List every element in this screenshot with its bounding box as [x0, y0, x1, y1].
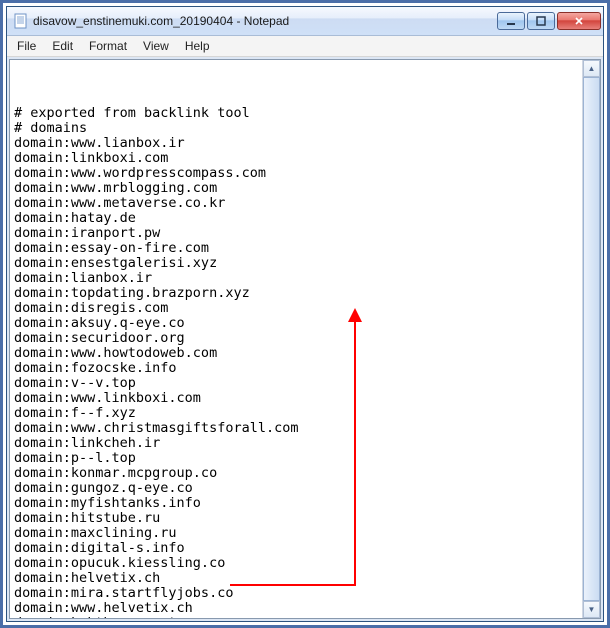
close-button[interactable]: [557, 12, 601, 30]
text-line: # domains: [14, 121, 578, 136]
menu-view[interactable]: View: [135, 36, 177, 56]
menu-help[interactable]: Help: [177, 36, 218, 56]
text-line: domain:securidoor.org: [14, 331, 578, 346]
text-line: domain:helvetix.ch: [14, 571, 578, 586]
window-buttons: [497, 12, 601, 30]
text-line: domain:www.linkboxi.com: [14, 391, 578, 406]
text-line: domain:aksuy.q-eye.co: [14, 316, 578, 331]
maximize-button[interactable]: [527, 12, 555, 30]
text-line: domain:konmar.mcpgroup.co: [14, 466, 578, 481]
text-line: domain:www.howtodoweb.com: [14, 346, 578, 361]
text-line: domain:iranport.pw: [14, 226, 578, 241]
menu-format[interactable]: Format: [81, 36, 135, 56]
text-line: domain:topdating.brazporn.xyz: [14, 286, 578, 301]
text-line: domain:opucuk.kiessling.co: [14, 556, 578, 571]
text-line: domain:ensestgalerisi.xyz: [14, 256, 578, 271]
client-area: # exported from backlink tool# domainsdo…: [9, 59, 601, 619]
notepad-icon: [13, 13, 29, 29]
text-line: domain:www.christmasgiftsforall.com: [14, 421, 578, 436]
menubar: File Edit Format View Help: [7, 36, 603, 57]
screenshot-frame: disavow_enstinemuki.com_20190404 - Notep…: [0, 0, 610, 628]
scroll-track[interactable]: [583, 77, 600, 601]
text-line: domain:myfishtanks.info: [14, 496, 578, 511]
text-line: domain:www.lianbox.ir: [14, 136, 578, 151]
text-line: domain:f--f.xyz: [14, 406, 578, 421]
menu-file[interactable]: File: [9, 36, 44, 56]
text-line: domain:www.wordpresscompass.com: [14, 166, 578, 181]
scroll-down-button[interactable]: ▼: [583, 601, 600, 618]
titlebar[interactable]: disavow_enstinemuki.com_20190404 - Notep…: [7, 7, 603, 36]
text-line: domain:maxclining.ru: [14, 526, 578, 541]
text-line: domain:www.mrblogging.com: [14, 181, 578, 196]
text-line: domain:linkboxi.com: [14, 151, 578, 166]
text-line: domain:v--v.top: [14, 376, 578, 391]
text-line: domain:lianbox.ir: [14, 271, 578, 286]
text-line: # exported from backlink tool: [14, 106, 578, 121]
text-line: domain:p--l.top: [14, 451, 578, 466]
text-line: domain:www.metaverse.co.kr: [14, 196, 578, 211]
minimize-button[interactable]: [497, 12, 525, 30]
vertical-scrollbar[interactable]: ▲ ▼: [582, 60, 600, 618]
scroll-thumb[interactable]: [583, 77, 600, 601]
text-line: domain:linkcheh.ir: [14, 436, 578, 451]
text-line: domain:hitstube.ru: [14, 511, 578, 526]
window-title: disavow_enstinemuki.com_20190404 - Notep…: [33, 14, 497, 28]
text-line: domain:www.helvetix.ch: [14, 601, 578, 616]
text-line: domain:digital-s.info: [14, 541, 578, 556]
text-line: domain:hatay.de: [14, 211, 578, 226]
text-line: domain:disregis.com: [14, 301, 578, 316]
text-line: domain:essay-on-fire.com: [14, 241, 578, 256]
text-area[interactable]: # exported from backlink tool# domainsdo…: [10, 60, 582, 618]
text-line: domain:gungoz.q-eye.co: [14, 481, 578, 496]
text-line: domain:mira.startflyjobs.co: [14, 586, 578, 601]
scroll-up-button[interactable]: ▲: [583, 60, 600, 77]
notepad-window: disavow_enstinemuki.com_20190404 - Notep…: [6, 6, 604, 622]
menu-edit[interactable]: Edit: [44, 36, 81, 56]
text-line: domain:kokthansogreta.nu: [14, 616, 578, 618]
text-line: domain:fozocske.info: [14, 361, 578, 376]
